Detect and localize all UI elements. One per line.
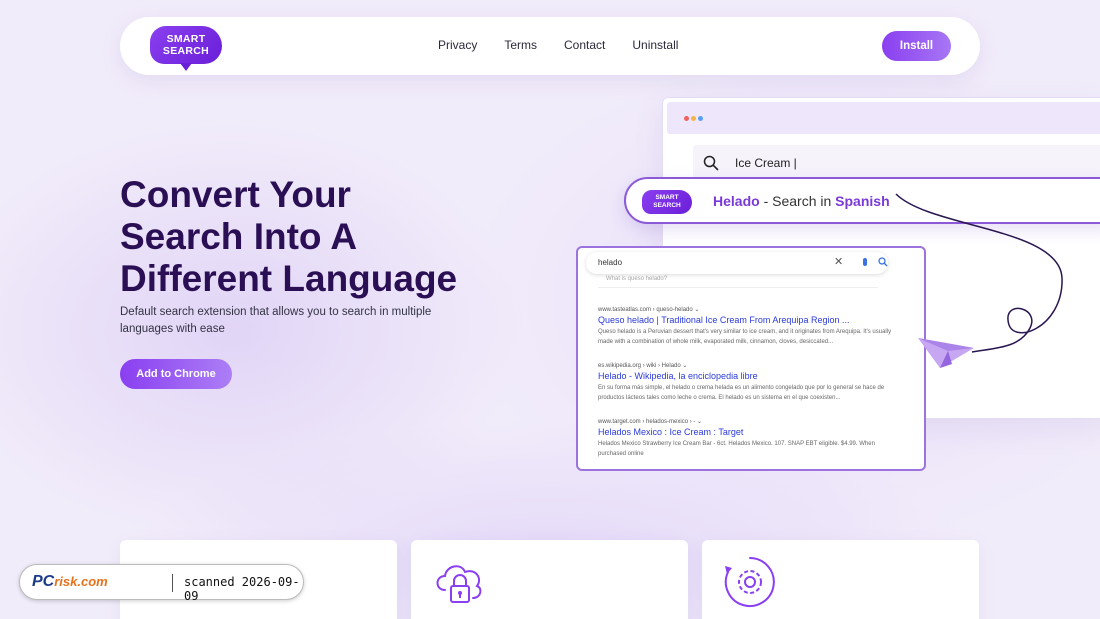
pcrisk-logo-risk: risk.com	[54, 574, 108, 589]
hero-description: Default search extension that allows you…	[120, 306, 432, 335]
nav-links: Privacy Terms Contact Uninstall	[438, 38, 705, 52]
mini-smart-search-logo: SMART SEARCH	[642, 190, 692, 214]
search-icon	[703, 155, 719, 171]
nav-link-uninstall[interactable]: Uninstall	[632, 38, 678, 52]
hero-title-line-3: Different Language	[120, 258, 458, 299]
result-snippet: En su forma más simple, el helado o crem…	[598, 385, 885, 401]
result-title: Helado - Wikipedia, la enciclopedia libr…	[598, 371, 758, 381]
nav-link-terms[interactable]: Terms	[504, 38, 537, 52]
clear-icon: ✕	[834, 256, 844, 268]
browser-search-bar: Ice Cream |	[693, 145, 1100, 181]
feature-card-3	[702, 540, 979, 619]
mini-logo-line-1: SMART	[655, 194, 679, 201]
logo-line-2: SEARCH	[162, 45, 210, 57]
scan-date-text: scanned 2026-09-09	[184, 575, 300, 603]
window-close-dot-icon	[684, 116, 689, 121]
result-snippet: Helados Mexico Strawberry Ice Cream Bar …	[598, 441, 875, 457]
mic-icon	[863, 258, 867, 266]
search-results-card: What is queso helado? helado ✕ www.taste…	[576, 246, 926, 471]
faded-related-question: What is queso helado?	[598, 276, 878, 288]
nav-link-contact[interactable]: Contact	[564, 38, 605, 52]
logo-line-1: SMART	[166, 33, 206, 45]
install-button[interactable]: Install	[882, 31, 951, 61]
result-snippet: Queso helado is a Peruvian dessert that'…	[598, 329, 892, 345]
translate-separator: - Search in	[759, 193, 836, 209]
nav-link-privacy[interactable]: Privacy	[438, 38, 477, 52]
hero-title: Convert Your Search Into A Different Lan…	[120, 174, 540, 300]
gear-sync-icon	[724, 557, 775, 607]
cloud-lock-icon	[436, 565, 482, 603]
paper-plane-icon	[918, 338, 974, 368]
window-maximize-dot-icon	[698, 116, 703, 121]
result-url: es.wikipedia.org › wiki › Helado ⌄	[598, 363, 688, 369]
mini-logo-line-2: SEARCH	[653, 202, 681, 209]
target-language: Spanish	[835, 193, 890, 209]
translate-suggestion-text: Helado - Search in Spanish	[713, 193, 890, 209]
watermark-divider	[172, 574, 173, 592]
feature-card-2	[411, 540, 688, 619]
decorative-curve-plane	[895, 193, 1063, 368]
search-result: www.target.com › helados-mexico › - ⌄ He…	[598, 418, 898, 459]
search-icon	[878, 257, 888, 267]
results-search-query: helado	[598, 258, 623, 267]
pcrisk-logo: PCrisk.com	[32, 573, 108, 591]
results-search-bar: helado ✕	[586, 252, 888, 274]
result-url: www.target.com › helados-mexico › - ⌄	[598, 419, 703, 425]
result-url: www.tasteatlas.com › queso-helado ⌄	[598, 307, 700, 313]
window-minimize-dot-icon	[691, 116, 696, 121]
pcrisk-logo-pc: PC	[32, 573, 55, 590]
search-result: es.wikipedia.org › wiki › Helado ⌄ Helad…	[598, 362, 898, 403]
top-nav: SMART SEARCH Privacy Terms Contact Unins…	[120, 17, 980, 75]
browser-title-bar	[667, 102, 1100, 134]
translated-term: Helado	[713, 193, 760, 209]
result-title: Helados Mexico : Ice Cream : Target	[598, 427, 744, 437]
result-title: Queso helado | Traditional Ice Cream Fro…	[598, 315, 850, 325]
hero-title-line-1: Convert Your	[120, 174, 351, 215]
hero-title-line-2: Search Into A	[120, 216, 358, 257]
pcrisk-watermark: PCrisk.com scanned 2026-09-09	[19, 564, 304, 603]
add-to-chrome-button[interactable]: Add to Chrome	[120, 359, 232, 389]
browser-search-query: Ice Cream |	[735, 156, 797, 170]
search-result: www.tasteatlas.com › queso-helado ⌄ Ques…	[598, 306, 898, 347]
smart-search-logo[interactable]: SMART SEARCH	[150, 26, 222, 71]
